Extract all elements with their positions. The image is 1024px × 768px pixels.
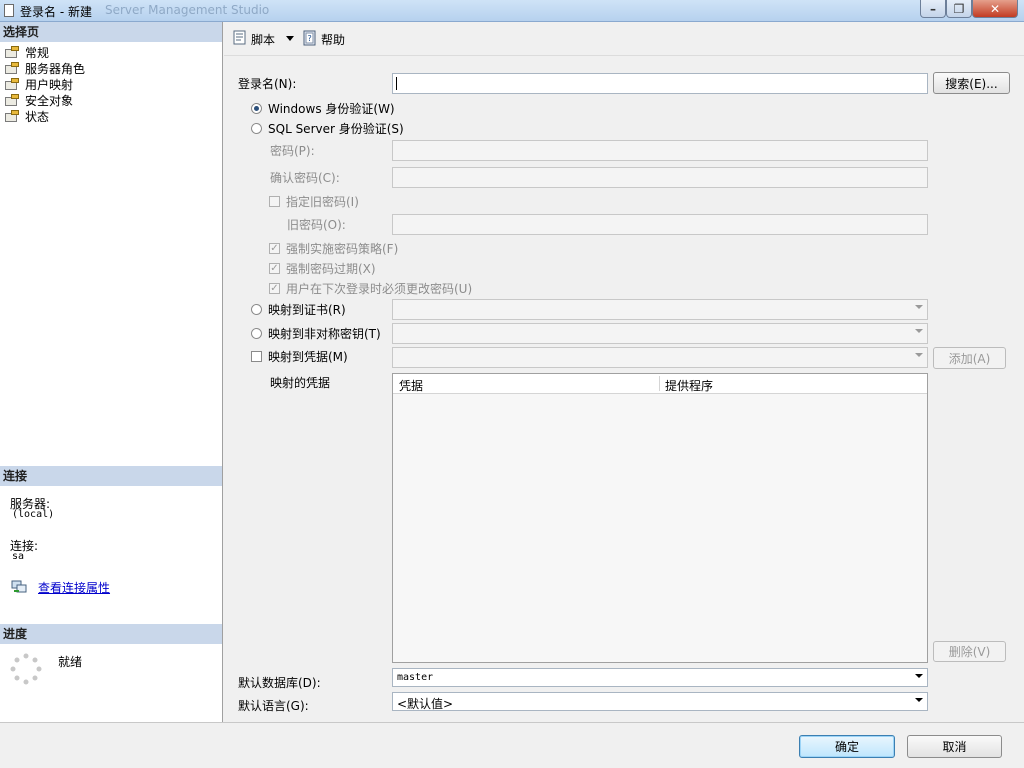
old-password-label: 旧密码(O): [287,218,346,232]
page-icon [5,110,20,122]
default-database-select[interactable]: master [392,668,928,687]
sql-auth-radio[interactable] [251,123,262,134]
help-button[interactable]: ? 帮助 [302,30,345,48]
default-database-label: 默认数据库(D): [238,676,321,690]
mapped-credentials-grid[interactable]: 凭据 提供程序 [392,373,928,663]
select-page-header: 选择页 [0,22,222,42]
script-button[interactable]: 脚本 [232,30,275,48]
minimize-icon: – [930,1,936,16]
enforce-expiration-checkbox[interactable]: ✓ [269,263,280,274]
maximize-icon: ❐ [953,1,965,16]
maximize-button[interactable]: ❐ [946,0,972,18]
must-change-option[interactable]: ✓ 用户在下次登录时必须更改密码(U) [269,280,472,297]
login-name-label: 登录名(N): [238,77,297,91]
column-divider [659,376,660,391]
page-item-label: 状态 [25,109,50,124]
default-language-select[interactable]: <默认值> [392,692,928,711]
page-icon [5,62,20,74]
text-caret [396,77,397,90]
remove-button[interactable]: 删除(V) [933,641,1006,662]
map-asym-key-radio[interactable] [251,328,262,339]
script-icon [232,30,248,49]
map-asym-key-option[interactable]: 映射到非对称密钥(T) [251,325,381,342]
column-header-provider[interactable]: 提供程序 [665,377,713,394]
ok-button[interactable]: 确定 [799,735,895,758]
view-connection-properties-link[interactable]: 查看连接属性 [38,579,110,596]
confirm-password-label: 确认密码(C): [270,171,340,185]
chevron-down-icon [915,353,923,357]
toolbar: 脚本 ? 帮助 [224,22,1024,56]
title-bar: 登录名 - 新建 Server Management Studio – ❐ ✕ [0,0,1024,22]
page-icon [5,46,20,58]
help-label: 帮助 [321,32,346,47]
progress-spinner-icon [10,653,42,685]
login-name-input[interactable] [392,73,928,94]
cancel-button[interactable]: 取消 [907,735,1002,758]
close-icon: ✕ [989,1,1001,16]
certificate-select[interactable] [392,299,928,320]
enforce-expiration-option[interactable]: ✓ 强制密码过期(X) [269,260,376,277]
window-title: 登录名 - 新建 [20,5,92,19]
page-item-label: 常规 [25,45,50,60]
server-value: (local) [12,509,55,520]
grid-header: 凭据 提供程序 [393,374,927,394]
chevron-down-icon [915,698,923,702]
password-label: 密码(P): [270,144,315,158]
page-item-label: 用户映射 [25,77,74,92]
page-item-label: 服务器角色 [25,61,86,76]
app-icon [4,4,14,17]
map-credential-option[interactable]: 映射到凭据(M) [251,348,348,365]
progress-status: 就绪 [58,655,83,669]
map-certificate-option[interactable]: 映射到证书(R) [251,301,346,318]
windows-auth-radio[interactable] [251,103,262,114]
page-icon [5,78,20,90]
script-dropdown-icon[interactable] [286,36,294,41]
close-button[interactable]: ✕ [972,0,1018,18]
add-button[interactable]: 添加(A) [933,347,1006,369]
script-label: 脚本 [251,32,276,47]
page-item-user-mapping[interactable]: 用户映射 [5,76,73,92]
asym-key-select[interactable] [392,323,928,344]
must-change-checkbox[interactable]: ✓ [269,283,280,294]
page-item-status[interactable]: 状态 [5,108,49,124]
page-item-general[interactable]: 常规 [5,44,49,60]
search-button[interactable]: 搜索(E)... [933,72,1010,94]
map-certificate-radio[interactable] [251,304,262,315]
connection-value: sa [12,551,25,562]
left-panel: 选择页 常规 服务器角色 用户映射 安全对象 状态 连接 服务器: (local… [0,22,223,722]
page-item-label: 安全对象 [25,93,74,108]
credential-select[interactable] [392,347,928,368]
column-header-credential[interactable]: 凭据 [399,377,423,394]
specify-old-password-option[interactable]: 指定旧密码(I) [269,193,359,210]
help-icon: ? [302,30,318,49]
map-credential-checkbox[interactable] [251,351,262,362]
enforce-policy-checkbox[interactable]: ✓ [269,243,280,254]
svg-text:?: ? [308,34,312,43]
connection-header: 连接 [0,466,222,486]
connection-properties-icon [11,580,27,594]
old-password-input[interactable] [392,214,928,235]
chevron-down-icon [915,674,923,678]
sql-auth-option[interactable]: SQL Server 身份验证(S) [251,120,404,137]
progress-header: 进度 [0,624,222,644]
chevron-down-icon [915,329,923,333]
enforce-policy-option[interactable]: ✓ 强制实施密码策略(F) [269,240,398,257]
page-icon [5,94,20,106]
default-language-label: 默认语言(G): [238,699,309,713]
dialog-footer: 确定 取消 [0,722,1024,768]
password-input[interactable] [392,140,928,161]
confirm-password-input[interactable] [392,167,928,188]
page-item-server-roles[interactable]: 服务器角色 [5,60,85,76]
windows-auth-option[interactable]: Windows 身份验证(W) [251,100,395,117]
page-item-securables[interactable]: 安全对象 [5,92,73,108]
chevron-down-icon [915,305,923,309]
minimize-button[interactable]: – [920,0,946,18]
specify-old-password-checkbox[interactable] [269,196,280,207]
window-title-ghost: Server Management Studio [105,3,270,17]
mapped-credentials-label: 映射的凭据 [270,376,331,390]
